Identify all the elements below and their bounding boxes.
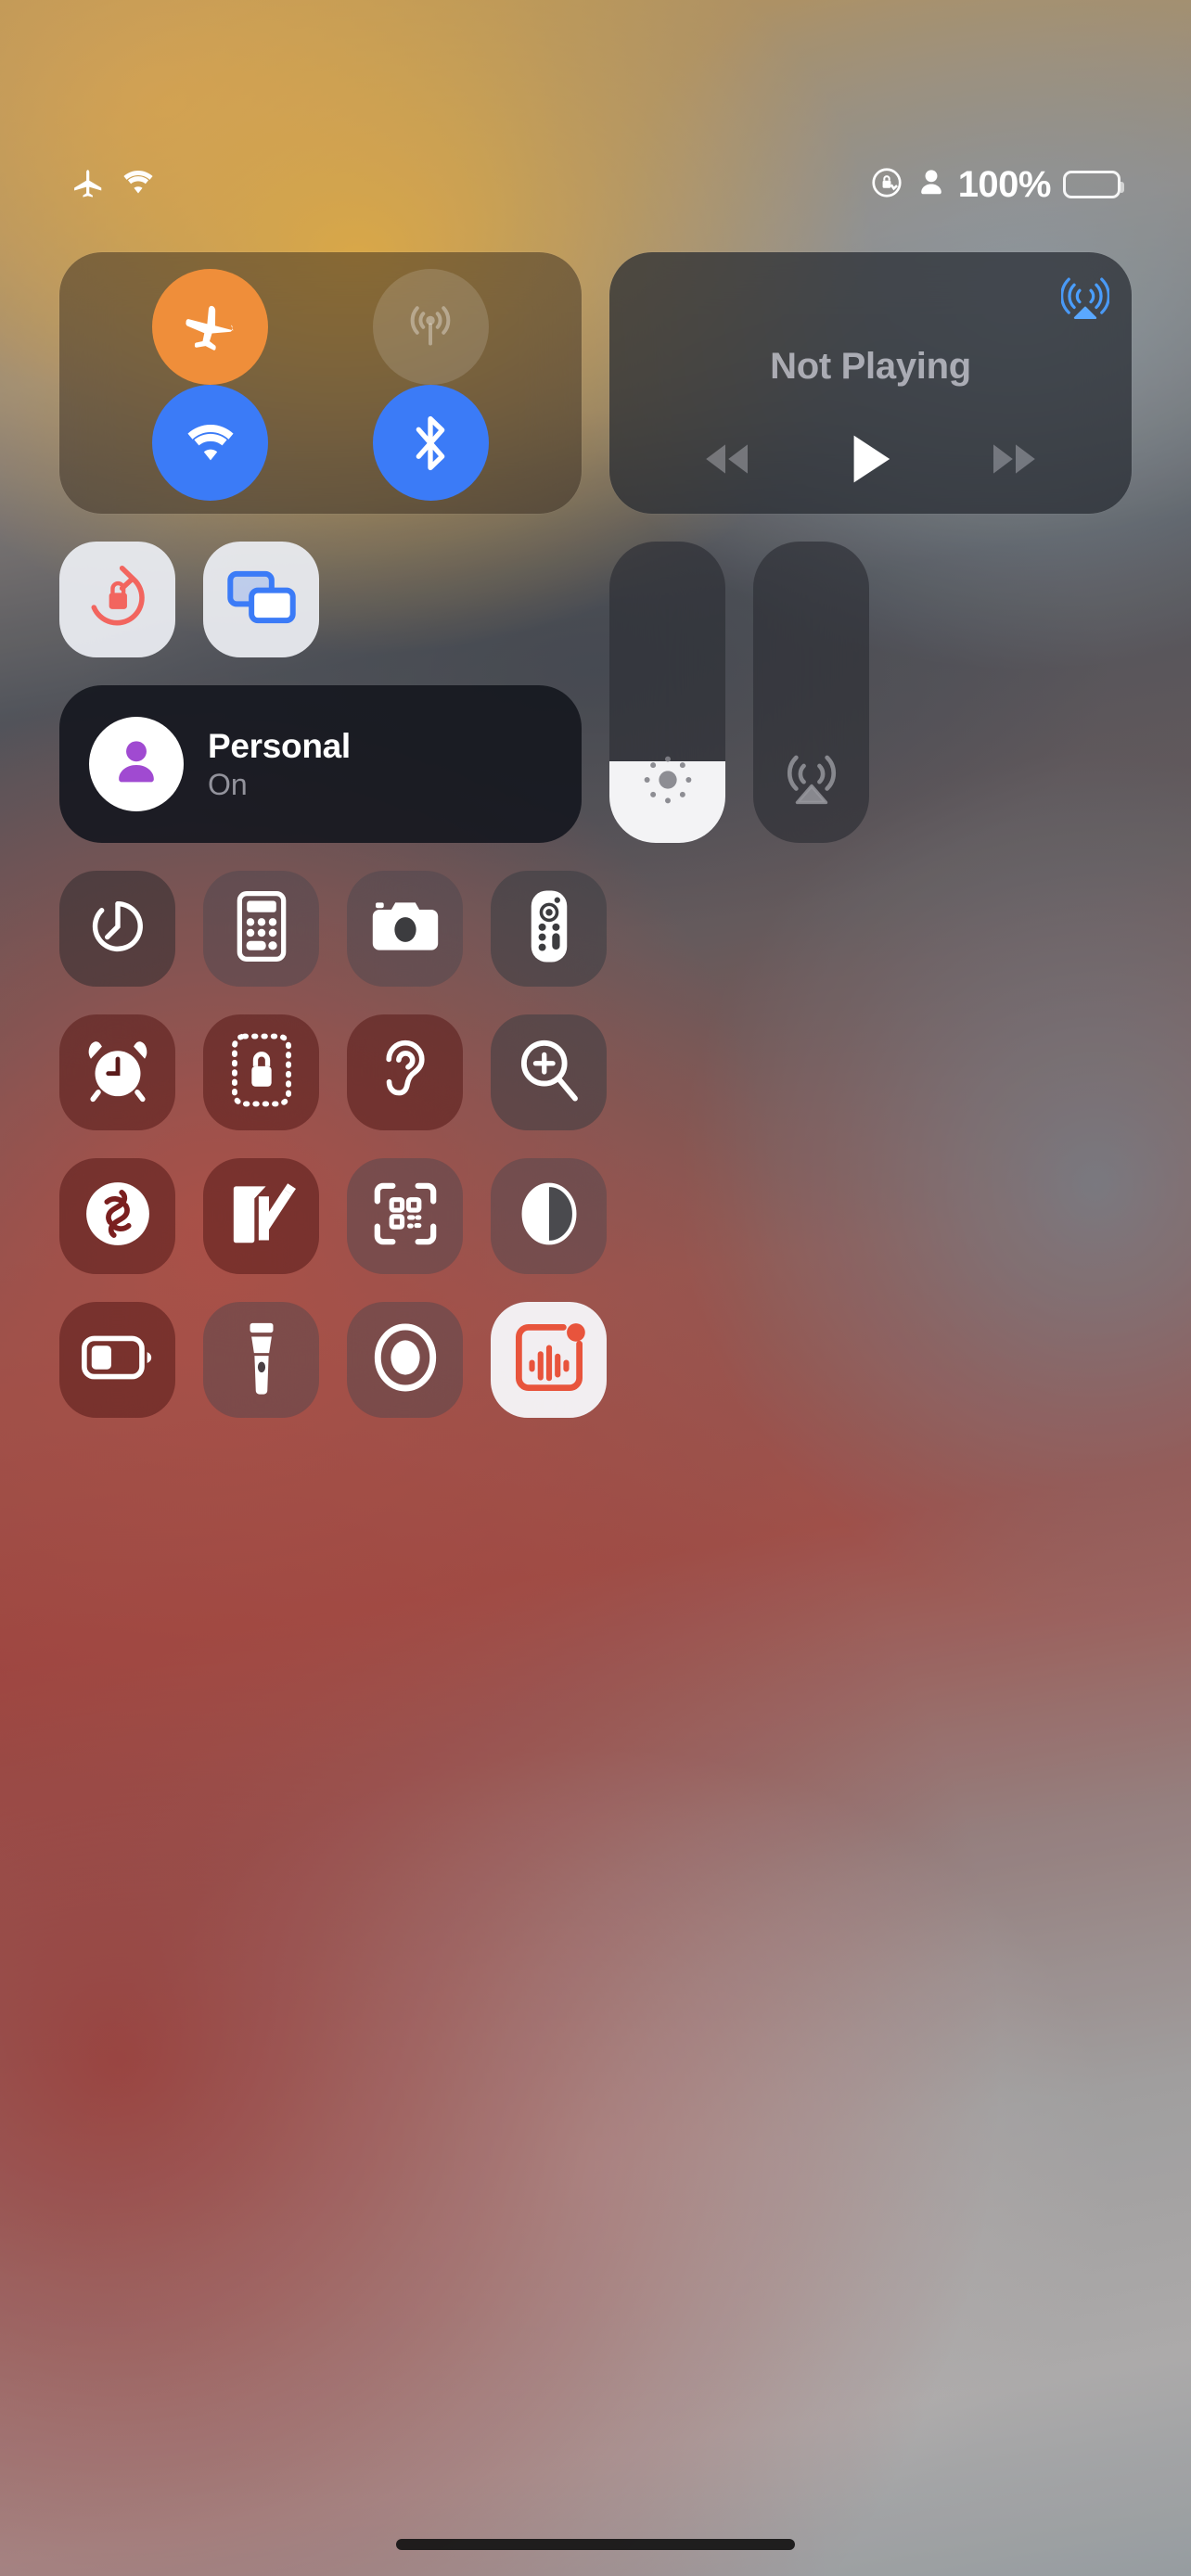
app-row-1 [59, 871, 1132, 987]
connectivity-module[interactable] [59, 252, 582, 514]
cc-row-middle: Personal On [59, 542, 1132, 843]
airplane-icon [70, 165, 106, 205]
calculator-tile[interactable] [203, 871, 319, 987]
battery-icon [1063, 171, 1124, 198]
voice-memos-tile[interactable] [491, 1302, 607, 1418]
cc-middle-left: Personal On [59, 542, 582, 843]
camera-icon [370, 897, 441, 961]
brightness-sun-icon [636, 748, 699, 811]
guided-access-lock-icon [231, 1033, 292, 1112]
status-bar: 100% [0, 148, 1191, 221]
screen-mirroring-toggle[interactable] [203, 542, 319, 657]
battery-icon [81, 1335, 155, 1384]
volume-slider[interactable] [753, 542, 869, 843]
battery-percentage: 100% [957, 163, 1052, 205]
apple-tv-remote-tile[interactable] [491, 871, 607, 987]
notes-pencil-icon [227, 1179, 296, 1254]
media-controls [609, 432, 1132, 486]
guided-access-tile[interactable] [203, 1014, 319, 1130]
wifi-toggle[interactable] [152, 385, 269, 501]
hearing-tile[interactable] [347, 1014, 463, 1130]
app-row-2 [59, 1014, 1132, 1130]
focus-icon-circle [89, 717, 184, 811]
status-bar-left [70, 165, 158, 205]
alarm-clock-icon [83, 1035, 152, 1110]
cc-row-top: Not Playing [59, 252, 1132, 514]
low-power-mode-tile[interactable] [59, 1302, 175, 1418]
rotation-lock-icon [83, 562, 153, 637]
screen-mirroring-icon [224, 564, 299, 635]
alarm-tile[interactable] [59, 1014, 175, 1130]
ear-icon [378, 1033, 433, 1112]
cellular-data-toggle[interactable] [372, 269, 489, 385]
shazam-tile[interactable] [59, 1158, 175, 1274]
voice-memos-icon [512, 1320, 586, 1399]
play-icon[interactable] [846, 432, 894, 486]
rewind-icon[interactable] [699, 439, 755, 479]
magnifier-tile[interactable] [491, 1014, 607, 1130]
flashlight-icon [244, 1319, 279, 1401]
focus-state-label: On [208, 767, 248, 801]
calculator-icon [237, 890, 287, 966]
airplane-mode-toggle[interactable] [152, 269, 269, 385]
dark-mode-tile[interactable] [491, 1158, 607, 1274]
control-center: Not Playing Personal On [59, 252, 1132, 1446]
status-bar-right: 100% [869, 163, 1124, 206]
cc-toggle-pair [59, 542, 582, 657]
rotation-lock-toggle[interactable] [59, 542, 175, 657]
timer-icon [86, 895, 149, 963]
wifi-icon [181, 420, 240, 466]
focus-mode-module[interactable]: Personal On [59, 685, 582, 843]
flashlight-tile[interactable] [203, 1302, 319, 1418]
screen-record-icon [371, 1321, 440, 1398]
focus-person-icon [916, 166, 946, 204]
media-player-module[interactable]: Not Playing [609, 252, 1132, 514]
cc-app-grid [59, 871, 1132, 1418]
airplay-volume-icon [779, 746, 844, 811]
airplane-icon [182, 299, 239, 356]
app-row-3 [59, 1158, 1132, 1274]
qr-code-scanner-tile[interactable] [347, 1158, 463, 1274]
qr-code-icon [371, 1180, 440, 1253]
bluetooth-toggle[interactable] [372, 385, 489, 501]
home-indicator[interactable] [396, 2539, 795, 2550]
remote-icon [529, 886, 570, 971]
notes-tile[interactable] [203, 1158, 319, 1274]
person-icon [112, 736, 160, 793]
focus-text-block: Personal On [208, 727, 351, 802]
wifi-icon [119, 168, 158, 202]
rotation-lock-icon [869, 165, 904, 205]
app-row-4 [59, 1302, 1132, 1418]
bluetooth-icon [405, 413, 455, 474]
timer-tile[interactable] [59, 871, 175, 987]
screen-recording-tile[interactable] [347, 1302, 463, 1418]
brightness-slider[interactable] [609, 542, 725, 843]
focus-name-label: Personal [208, 726, 351, 765]
fast-forward-icon[interactable] [986, 439, 1042, 479]
cellular-antenna-icon [403, 300, 458, 355]
camera-tile[interactable] [347, 871, 463, 987]
shazam-icon [82, 1178, 154, 1255]
dark-mode-circle-icon [518, 1180, 581, 1252]
magnifier-icon [517, 1036, 582, 1109]
